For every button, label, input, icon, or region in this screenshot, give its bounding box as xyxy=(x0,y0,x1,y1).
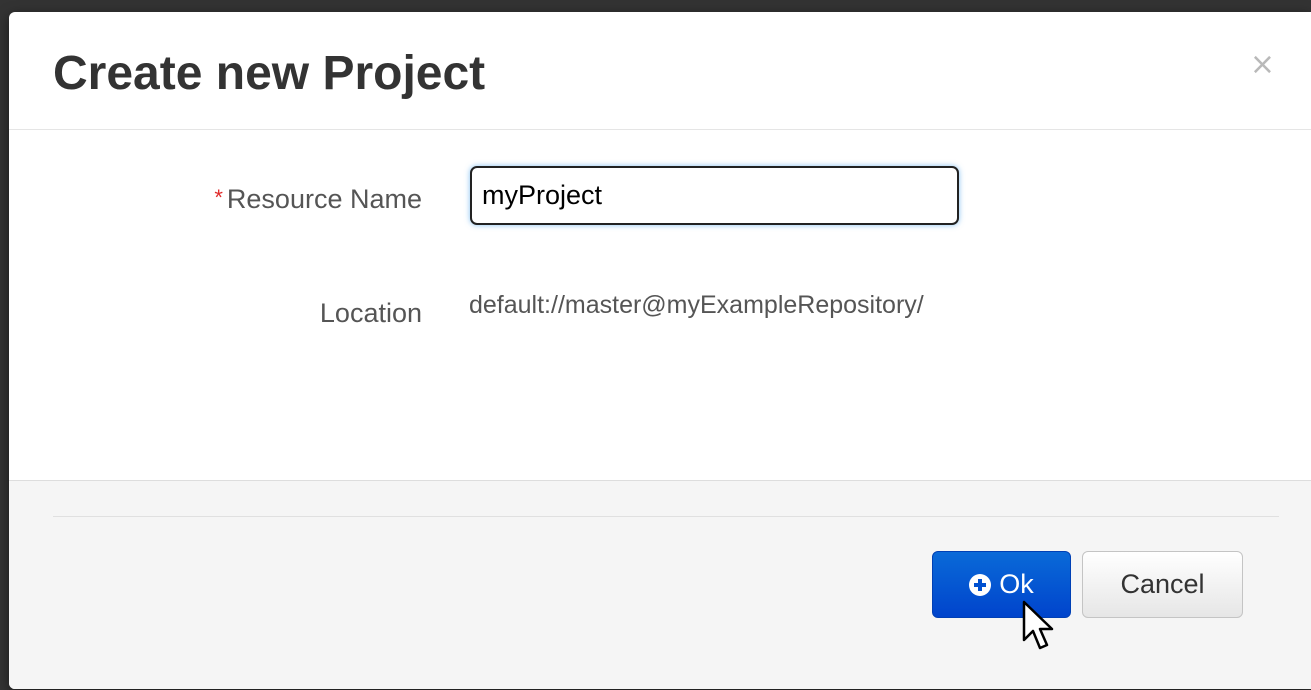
location-value: default://master@myExampleRepository/ xyxy=(469,291,924,319)
cancel-button[interactable]: Cancel xyxy=(1082,551,1243,618)
ok-button-label: Ok xyxy=(999,569,1034,599)
location-label: Location xyxy=(319,298,422,328)
cancel-button-label: Cancel xyxy=(1120,569,1205,599)
mouse-pointer-icon xyxy=(1022,600,1054,650)
dialog-header: Create new Project × xyxy=(9,12,1311,130)
plus-circle-icon xyxy=(969,573,992,596)
resource-name-label-text: Resource Name xyxy=(226,184,422,214)
create-project-dialog: Create new Project × *Resource Name Loca… xyxy=(9,12,1311,689)
resource-name-input[interactable] xyxy=(470,166,959,225)
dialog-body: *Resource Name Location default://master… xyxy=(9,130,1311,480)
close-icon[interactable]: × xyxy=(1250,50,1275,80)
footer-divider xyxy=(53,516,1279,517)
dialog-footer: Ok Cancel xyxy=(9,480,1311,689)
resource-name-label: * Resource Name xyxy=(214,184,422,215)
required-marker: * xyxy=(214,185,223,210)
dialog-title: Create new Project xyxy=(53,47,486,100)
